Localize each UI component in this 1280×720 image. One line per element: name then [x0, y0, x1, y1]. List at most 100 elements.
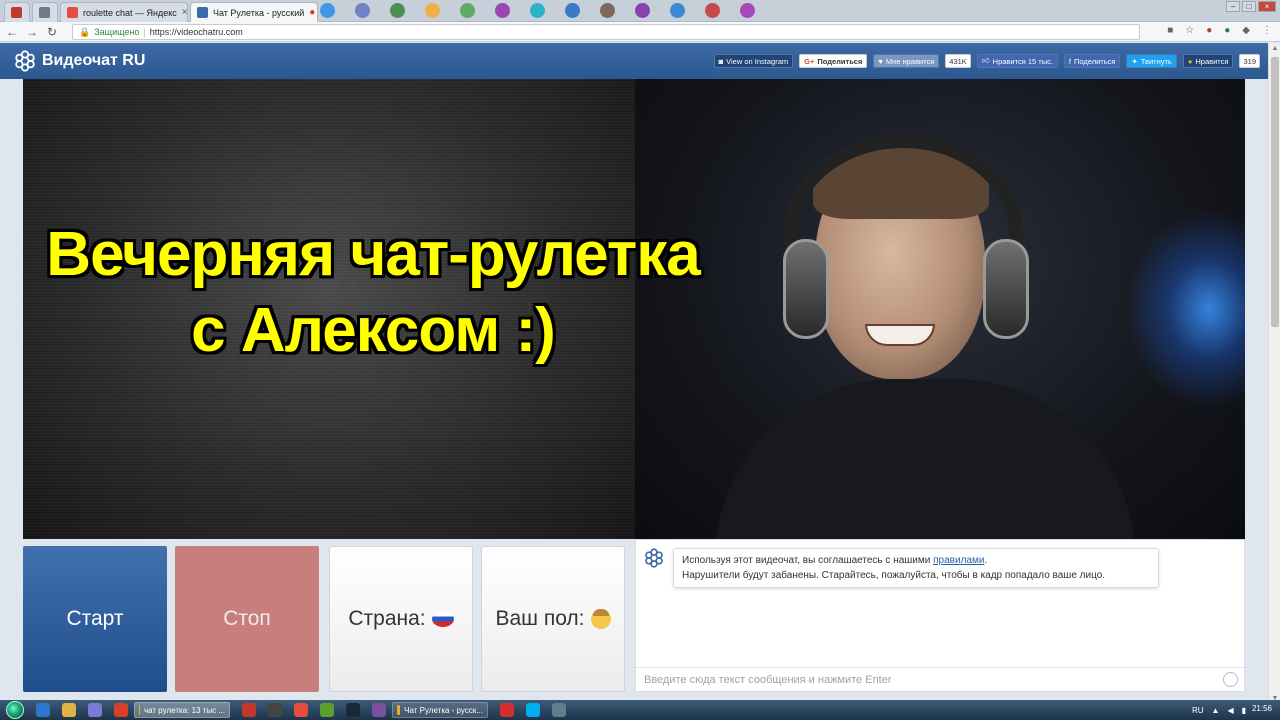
- caption-line-1: Вечерняя чат-рулетка: [46, 220, 700, 289]
- logo-flower-icon: [15, 50, 35, 72]
- gplus-label: Поделиться: [817, 56, 863, 66]
- extension-icon[interactable]: ●: [1224, 25, 1230, 36]
- tab-pinned-2[interactable]: [32, 2, 58, 22]
- browser-toolbar: ← → ↻ 🔒 Защищено | https://videochatru.c…: [0, 22, 1280, 42]
- bookmark-icon[interactable]: [355, 3, 370, 18]
- other-like-label: Нравится: [1195, 56, 1229, 66]
- bookmark-icon[interactable]: [670, 3, 685, 18]
- volume-icon[interactable]: ◀: [1227, 706, 1233, 715]
- viber-icon[interactable]: [372, 703, 386, 717]
- fb-like-label: Нравится 15 тыс.: [992, 56, 1053, 66]
- bookmark-icon[interactable]: [495, 3, 510, 18]
- maximize-icon[interactable]: □: [1242, 1, 1256, 12]
- gender-label: Ваш пол:: [495, 607, 585, 630]
- back-icon[interactable]: ←: [4, 25, 20, 39]
- rules-notice: Используя этот видеочат, вы соглашаетесь…: [673, 548, 1159, 588]
- logo-text: Видеочат RU: [42, 52, 146, 69]
- opera-icon[interactable]: [114, 703, 128, 717]
- like-icon: ●: [1187, 56, 1193, 66]
- instagram-label: View on Instagram: [726, 56, 789, 66]
- site-logo-icon: [645, 548, 663, 568]
- gender-selector[interactable]: Ваш пол:: [481, 546, 625, 692]
- scroll-up-icon[interactable]: ▲: [1269, 45, 1280, 52]
- reload-icon[interactable]: ↻: [44, 25, 60, 39]
- network-icon[interactable]: ▮: [1242, 706, 1246, 715]
- tab-label: roulette chat — Яндекс: [83, 7, 177, 18]
- country-label: Страна:: [348, 607, 426, 630]
- emoji-picker-icon[interactable]: [1223, 672, 1238, 687]
- tab-videochat[interactable]: Чат Рулетка - русский ● ×: [190, 2, 318, 22]
- taskbar-clock[interactable]: 21:56: [1252, 704, 1272, 713]
- rules-link[interactable]: правилами: [933, 555, 984, 566]
- fb-like-button[interactable]: 👍︎ Нравится 15 тыс.: [976, 54, 1058, 68]
- twitter-icon: ✦: [1131, 56, 1138, 66]
- extension-icon[interactable]: ◆: [1242, 25, 1250, 36]
- bookmark-icon[interactable]: [600, 3, 615, 18]
- bookmark-icon[interactable]: [425, 3, 440, 18]
- russia-flag-icon: [431, 611, 454, 627]
- app-icon[interactable]: [242, 703, 256, 717]
- torrent-icon[interactable]: [320, 703, 334, 717]
- app-icon[interactable]: [552, 703, 566, 717]
- taskbar-item-chrome-2[interactable]: Чат Рулетка - русск...: [392, 702, 488, 718]
- app-icon[interactable]: [88, 703, 102, 717]
- other-like-button[interactable]: ● Нравится: [1182, 54, 1234, 68]
- chat-controls: Старт Стоп Страна: Ваш пол:: [23, 546, 635, 692]
- app-icon[interactable]: [294, 703, 308, 717]
- videochat-icon: [197, 7, 208, 18]
- bookmark-icon[interactable]: [460, 3, 475, 18]
- headphone-left-cup: [783, 239, 829, 339]
- explorer-folder-icon[interactable]: [62, 703, 76, 717]
- ie-icon[interactable]: [36, 703, 50, 717]
- app-icon[interactable]: [268, 703, 282, 717]
- stop-button[interactable]: Стоп: [175, 546, 319, 692]
- language-indicator[interactable]: RU: [1192, 706, 1204, 715]
- message-input[interactable]: Введите сюда текст сообщения и нажмите E…: [636, 667, 1244, 691]
- social-buttons: ◙ View on Instagram G+ Поделиться ♥ Мне …: [713, 54, 1260, 68]
- video-caption-overlay: Вечерняя чат-рулетка с Алексом :): [23, 217, 723, 369]
- bookmark-icon[interactable]: [635, 3, 650, 18]
- page-scrollbar[interactable]: ▲ ▼: [1268, 43, 1280, 704]
- minimize-icon[interactable]: –: [1226, 1, 1240, 12]
- bookmark-icon[interactable]: [390, 3, 405, 18]
- instagram-button[interactable]: ◙ View on Instagram: [713, 54, 794, 68]
- forward-icon[interactable]: →: [24, 25, 40, 39]
- ok-like-button[interactable]: ♥ Мне нравится: [873, 54, 940, 68]
- tray-icon[interactable]: ▲: [1212, 706, 1220, 715]
- steam-icon[interactable]: [346, 703, 360, 717]
- notice-line-2: Нарушители будут забанены. Старайтесь, п…: [682, 570, 1106, 581]
- site-logo[interactable]: Видеочат RU: [14, 50, 145, 72]
- scrollbar-thumb[interactable]: [1271, 57, 1279, 327]
- bookmark-icons: [320, 3, 755, 18]
- bookmark-icon[interactable]: [530, 3, 545, 18]
- star-icon[interactable]: ☆: [1185, 25, 1194, 36]
- gplus-share-button[interactable]: G+ Поделиться: [799, 54, 868, 68]
- lock-icon: 🔒: [79, 26, 91, 37]
- tab-pinned-1[interactable]: [4, 2, 30, 22]
- country-selector[interactable]: Страна:: [329, 546, 473, 692]
- extension-icon[interactable]: ●: [1206, 25, 1212, 36]
- tab-yandex[interactable]: roulette chat — Яндекс ×: [60, 2, 188, 22]
- thumbs-up-icon: 👍︎: [981, 56, 990, 65]
- close-icon[interactable]: ×: [1258, 1, 1276, 12]
- menu-icon[interactable]: ⋮: [1262, 25, 1272, 36]
- camera-icon[interactable]: ■: [1167, 25, 1173, 36]
- chat-panel: Используя этот видеочат, вы соглашаетесь…: [635, 539, 1245, 692]
- fb-share-button[interactable]: f Поделиться: [1063, 54, 1121, 68]
- notice-suffix: .: [984, 555, 988, 566]
- yandex-browser-icon[interactable]: [500, 703, 514, 717]
- window-controls: – □ ×: [1226, 1, 1276, 12]
- taskbar-item-chrome[interactable]: чат рулетка: 13 тыс ...: [134, 702, 230, 718]
- tab-close-icon[interactable]: ×: [182, 7, 187, 18]
- start-button[interactable]: Старт: [23, 546, 167, 692]
- windows-start-icon[interactable]: [6, 701, 24, 719]
- bookmark-icon[interactable]: [740, 3, 755, 18]
- twitter-button[interactable]: ✦ Твитнуть: [1126, 54, 1177, 68]
- skype-icon[interactable]: [526, 703, 540, 717]
- address-bar[interactable]: 🔒 Защищено | https://videochatru.com: [72, 24, 1140, 40]
- recording-indicator-icon: ●: [309, 7, 316, 18]
- fb-share-label: Поделиться: [1074, 56, 1116, 66]
- bookmark-icon[interactable]: [705, 3, 720, 18]
- bookmark-icon[interactable]: [320, 3, 335, 18]
- bookmark-icon[interactable]: [565, 3, 580, 18]
